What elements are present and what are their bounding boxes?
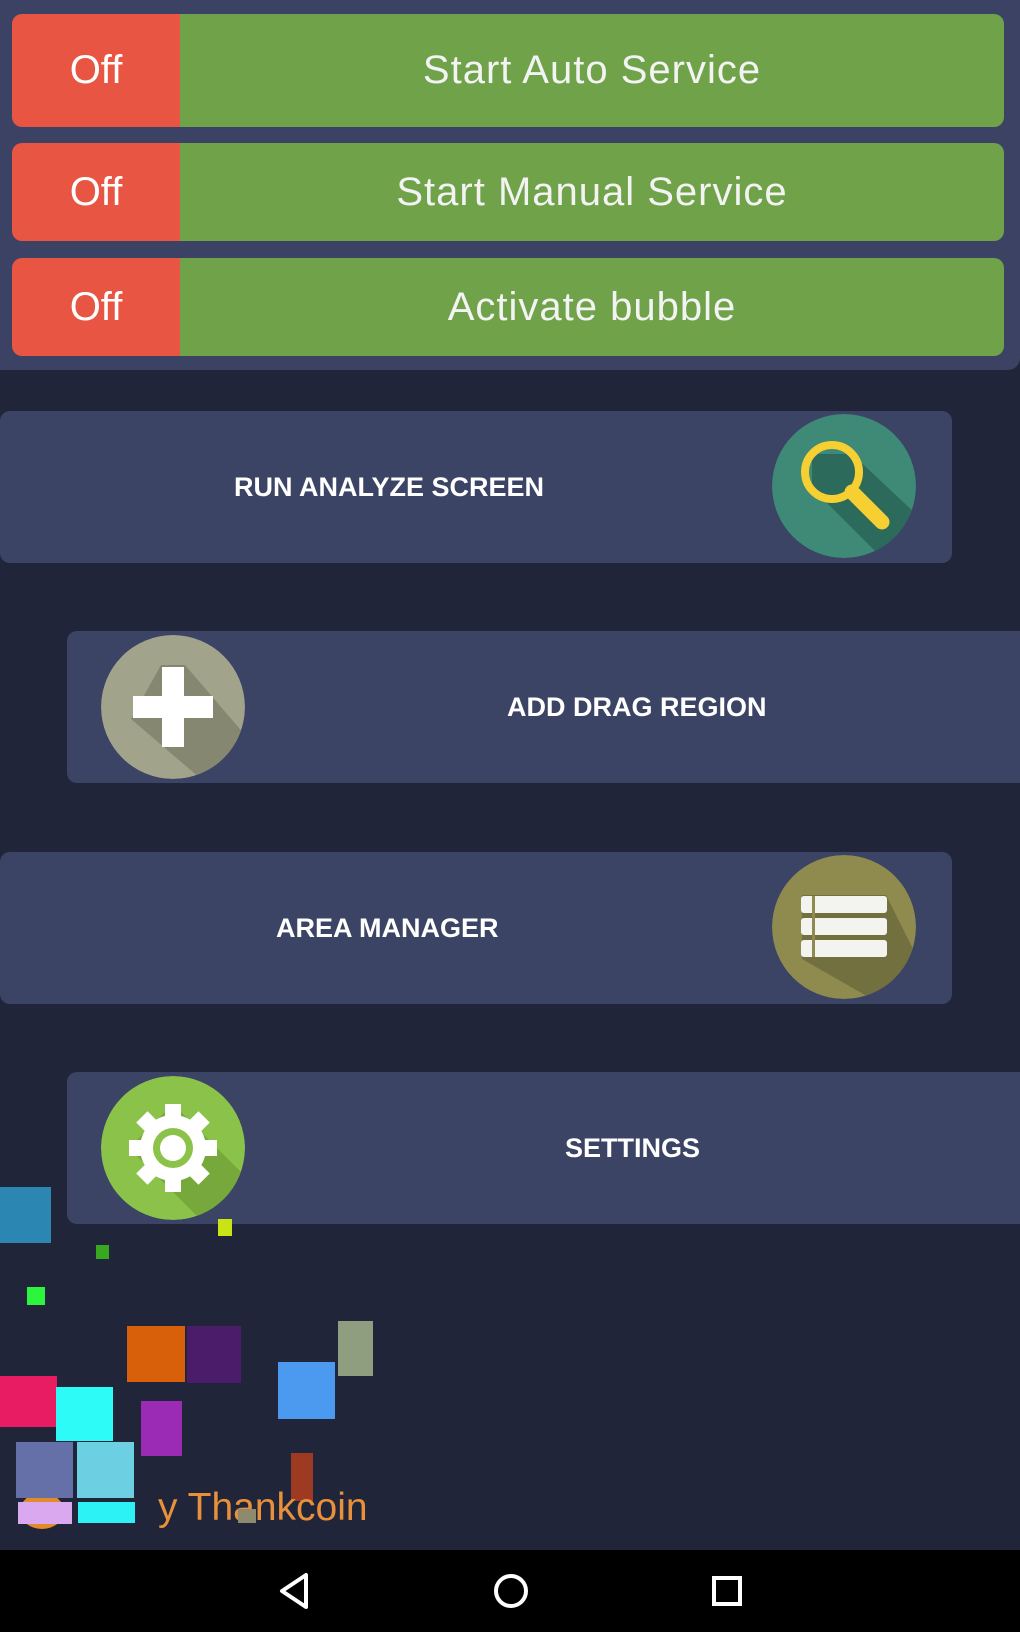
area-manager-label: AREA MANAGER bbox=[276, 912, 499, 943]
gear-icon bbox=[101, 1076, 245, 1220]
decorative-square bbox=[187, 1326, 241, 1383]
start-manual-service-button[interactable]: Start Manual Service bbox=[180, 143, 1004, 241]
decorative-square bbox=[127, 1326, 185, 1382]
decorative-square bbox=[16, 1442, 73, 1498]
decorative-square bbox=[338, 1321, 373, 1376]
home-icon[interactable] bbox=[486, 1566, 536, 1616]
toggle-state-off[interactable]: Off bbox=[12, 258, 180, 356]
run-analyze-screen-label: RUN ANALYZE SCREEN bbox=[234, 471, 545, 502]
toggle-manual-service[interactable]: Off Start Manual Service bbox=[12, 143, 1004, 241]
run-analyze-screen-button[interactable]: RUN ANALYZE SCREEN bbox=[0, 411, 952, 563]
decorative-square bbox=[218, 1219, 232, 1236]
decorative-square bbox=[238, 1509, 256, 1523]
decorative-square bbox=[141, 1401, 182, 1456]
decorative-square bbox=[278, 1362, 335, 1419]
decorative-square bbox=[96, 1245, 109, 1259]
activate-bubble-button[interactable]: Activate bubble bbox=[180, 258, 1004, 356]
list-icon bbox=[772, 855, 916, 999]
settings-button[interactable]: SETTINGS bbox=[67, 1072, 1020, 1224]
add-drag-region-label: ADD DRAG REGION bbox=[507, 691, 767, 722]
decorative-square bbox=[27, 1287, 45, 1305]
toggle-state-off[interactable]: Off bbox=[12, 143, 180, 241]
start-auto-service-button[interactable]: Start Auto Service bbox=[180, 14, 1004, 127]
decorative-square bbox=[78, 1502, 135, 1523]
toggle-auto-service[interactable]: Off Start Auto Service bbox=[12, 14, 1004, 127]
decorative-square bbox=[0, 1376, 57, 1427]
service-toggle-panel: Off Start Auto Service Off Start Manual … bbox=[0, 0, 1020, 370]
decorative-square bbox=[0, 1187, 51, 1243]
system-navigation-bar bbox=[0, 1550, 1020, 1632]
recents-icon[interactable] bbox=[702, 1566, 752, 1616]
back-icon[interactable] bbox=[270, 1566, 320, 1616]
add-drag-region-button[interactable]: ADD DRAG REGION bbox=[67, 631, 1020, 783]
toggle-state-off[interactable]: Off bbox=[12, 14, 180, 127]
decorative-square bbox=[77, 1442, 134, 1498]
decorative-square bbox=[18, 1502, 72, 1524]
plus-icon bbox=[101, 635, 245, 779]
settings-label: SETTINGS bbox=[565, 1132, 701, 1163]
thankcoin-link[interactable]: y Thankcoin bbox=[158, 1486, 368, 1530]
toggle-activate-bubble[interactable]: Off Activate bubble bbox=[12, 258, 1004, 356]
magnifier-icon bbox=[772, 414, 916, 558]
decorative-square bbox=[56, 1387, 113, 1441]
area-manager-button[interactable]: AREA MANAGER bbox=[0, 852, 952, 1004]
